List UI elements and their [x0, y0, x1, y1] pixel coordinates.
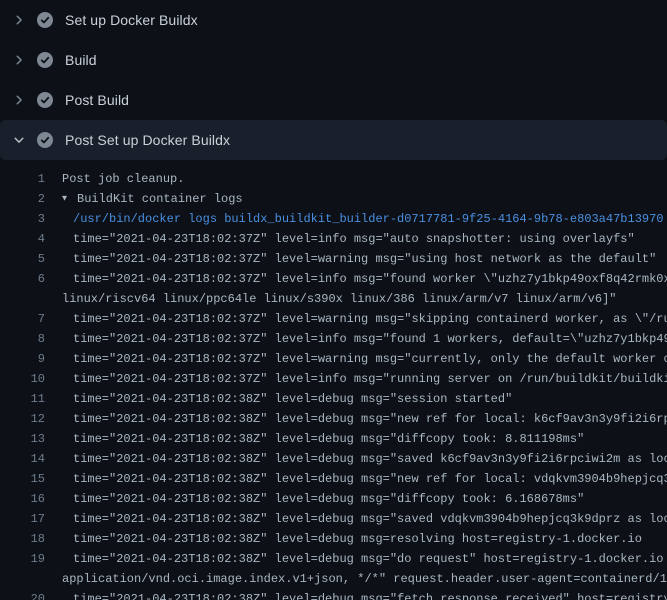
log-line-text: time="2021-04-23T18:02:38Z" level=debug …	[45, 549, 667, 569]
log-line-text: time="2021-04-23T18:02:37Z" level=warnin…	[45, 349, 667, 369]
line-number[interactable]: 1	[0, 169, 45, 189]
log-row: 6 time="2021-04-23T18:02:37Z" level=info…	[0, 269, 667, 289]
log-line-text: time="2021-04-23T18:02:37Z" level=info m…	[45, 269, 667, 289]
log-row: application/vnd.oci.image.index.v1+json,…	[0, 569, 667, 589]
group-label: BuildKit container logs	[77, 192, 243, 206]
log-row: 17 time="2021-04-23T18:02:38Z" level=deb…	[0, 509, 667, 529]
collapse-triangle-icon[interactable]: ▼	[62, 189, 77, 209]
step-title: Post Build	[65, 92, 129, 108]
line-number[interactable]: 7	[0, 309, 45, 329]
check-circle-icon	[37, 92, 53, 108]
log-row: 1 Post job cleanup.	[0, 169, 667, 189]
log-row: 19 time="2021-04-23T18:02:38Z" level=deb…	[0, 549, 667, 569]
line-number[interactable]: 3	[0, 209, 45, 229]
log-line-text: /usr/bin/docker logs buildx_buildkit_bui…	[45, 209, 664, 229]
step-header-0[interactable]: Set up Docker Buildx	[0, 0, 667, 40]
log-row: 14 time="2021-04-23T18:02:38Z" level=deb…	[0, 449, 667, 469]
log-line-text: time="2021-04-23T18:02:38Z" level=debug …	[45, 429, 584, 449]
line-number[interactable]: 5	[0, 249, 45, 269]
log-row: 12 time="2021-04-23T18:02:38Z" level=deb…	[0, 409, 667, 429]
line-number[interactable]: 2	[0, 189, 45, 209]
log-line-text: application/vnd.oci.image.index.v1+json,…	[45, 569, 667, 589]
line-number[interactable]: 9	[0, 349, 45, 369]
line-number[interactable]: 17	[0, 509, 45, 529]
log-line-text: time="2021-04-23T18:02:38Z" level=debug …	[45, 449, 667, 469]
log-line-text: time="2021-04-23T18:02:38Z" level=debug …	[45, 409, 667, 429]
line-number[interactable]: 13	[0, 429, 45, 449]
line-number[interactable]: 16	[0, 489, 45, 509]
log-line-text: linux/riscv64 linux/ppc64le linux/s390x …	[45, 289, 617, 309]
line-number[interactable]	[0, 289, 45, 309]
actions-log-panel: Set up Docker Buildx Build Post Build Po…	[0, 0, 667, 600]
log-line-text: time="2021-04-23T18:02:38Z" level=debug …	[45, 589, 667, 600]
line-number[interactable]: 18	[0, 529, 45, 549]
step-header-3[interactable]: Post Set up Docker Buildx	[0, 120, 667, 160]
log-row: 9 time="2021-04-23T18:02:37Z" level=warn…	[0, 349, 667, 369]
log-row: 3 /usr/bin/docker logs buildx_buildkit_b…	[0, 209, 667, 229]
log-row: 7 time="2021-04-23T18:02:37Z" level=warn…	[0, 309, 667, 329]
step-header-2[interactable]: Post Build	[0, 80, 667, 120]
line-number[interactable]: 15	[0, 469, 45, 489]
chevron-right-icon[interactable]	[12, 93, 26, 107]
log-row: 16 time="2021-04-23T18:02:38Z" level=deb…	[0, 489, 667, 509]
line-number[interactable]: 8	[0, 329, 45, 349]
check-circle-icon	[37, 52, 53, 68]
line-number[interactable]	[0, 569, 45, 589]
step-title: Post Set up Docker Buildx	[65, 132, 230, 148]
line-number[interactable]: 6	[0, 269, 45, 289]
chevron-right-icon[interactable]	[12, 53, 26, 67]
log-viewer: 1 Post job cleanup. 2 ▼BuildKit containe…	[0, 160, 667, 600]
log-line-text: time="2021-04-23T18:02:38Z" level=debug …	[45, 489, 584, 509]
chevron-right-icon[interactable]	[12, 13, 26, 27]
log-row: 15 time="2021-04-23T18:02:38Z" level=deb…	[0, 469, 667, 489]
check-circle-icon	[37, 12, 53, 28]
line-number[interactable]: 11	[0, 389, 45, 409]
chevron-down-icon[interactable]	[12, 133, 26, 147]
log-row: 10 time="2021-04-23T18:02:37Z" level=inf…	[0, 369, 667, 389]
log-line-text: time="2021-04-23T18:02:38Z" level=debug …	[45, 469, 667, 489]
log-line-text: time="2021-04-23T18:02:37Z" level=info m…	[45, 369, 667, 389]
log-row: 8 time="2021-04-23T18:02:37Z" level=info…	[0, 329, 667, 349]
log-line-text: ▼BuildKit container logs	[45, 189, 243, 209]
step-title: Set up Docker Buildx	[65, 12, 198, 28]
line-number[interactable]: 20	[0, 589, 45, 600]
step-header-1[interactable]: Build	[0, 40, 667, 80]
line-number[interactable]: 14	[0, 449, 45, 469]
log-row: 5 time="2021-04-23T18:02:37Z" level=warn…	[0, 249, 667, 269]
line-number[interactable]: 19	[0, 549, 45, 569]
log-row: 11 time="2021-04-23T18:02:38Z" level=deb…	[0, 389, 667, 409]
log-line-text: time="2021-04-23T18:02:38Z" level=debug …	[45, 509, 667, 529]
log-line-text: time="2021-04-23T18:02:38Z" level=debug …	[45, 529, 642, 549]
log-line-text: time="2021-04-23T18:02:37Z" level=info m…	[45, 229, 635, 249]
log-row: 18 time="2021-04-23T18:02:38Z" level=deb…	[0, 529, 667, 549]
log-line-text: time="2021-04-23T18:02:37Z" level=warnin…	[45, 249, 656, 269]
log-row: 20 time="2021-04-23T18:02:38Z" level=deb…	[0, 589, 667, 600]
log-line-text: time="2021-04-23T18:02:37Z" level=info m…	[45, 329, 667, 349]
log-line-text: time="2021-04-23T18:02:37Z" level=warnin…	[45, 309, 667, 329]
log-line-text: Post job cleanup.	[45, 169, 184, 189]
log-row: 4 time="2021-04-23T18:02:37Z" level=info…	[0, 229, 667, 249]
steps-list: Set up Docker Buildx Build Post Build Po…	[0, 0, 667, 160]
line-number[interactable]: 10	[0, 369, 45, 389]
check-circle-icon	[37, 132, 53, 148]
step-title: Build	[65, 52, 97, 68]
log-row: 13 time="2021-04-23T18:02:38Z" level=deb…	[0, 429, 667, 449]
log-row: 2 ▼BuildKit container logs	[0, 189, 667, 209]
line-number[interactable]: 4	[0, 229, 45, 249]
line-number[interactable]: 12	[0, 409, 45, 429]
log-row: linux/riscv64 linux/ppc64le linux/s390x …	[0, 289, 667, 309]
log-line-text: time="2021-04-23T18:02:38Z" level=debug …	[45, 389, 512, 409]
